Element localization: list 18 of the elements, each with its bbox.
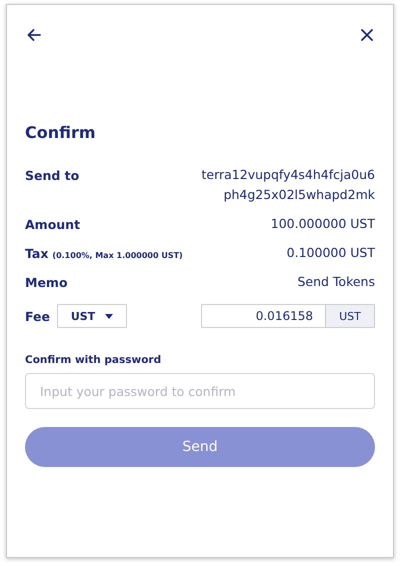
fee-label: Fee [25, 308, 50, 324]
back-arrow-icon[interactable] [27, 29, 41, 41]
close-icon[interactable] [361, 29, 373, 41]
detail-label: Send to [25, 168, 80, 183]
detail-label: Amount [25, 217, 80, 232]
detail-label: Memo [25, 275, 68, 290]
password-field[interactable]: Input your password to confirm [25, 373, 375, 409]
detail-value: 100.000000 UST [270, 215, 375, 233]
detail-label: Tax (0.100%, Max 1.000000 UST) [25, 246, 183, 261]
confirm-title: Confirm [25, 123, 97, 142]
detail-value: Send Tokens [297, 273, 375, 291]
detail-value: terra12vupqfy4s4h4fcja0u6 ph4g25x02l5whapd2mk [201, 166, 375, 204]
fee-denom-dropdown[interactable]: UST [57, 304, 127, 328]
fee-amount-field[interactable]: 0.016158 [201, 304, 325, 328]
caret-icon [105, 314, 114, 318]
detail-value: 0.100000 UST [286, 244, 375, 262]
fee-unit: UST [325, 304, 375, 328]
password-label: Confirm with password [25, 354, 162, 366]
